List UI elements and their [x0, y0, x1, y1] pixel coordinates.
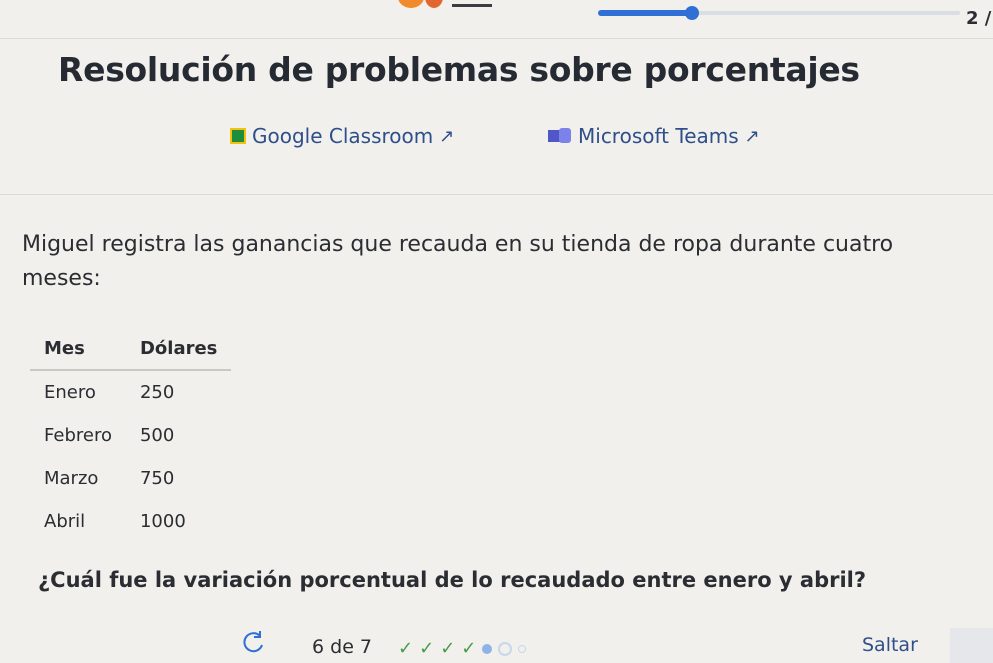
progress-track	[598, 6, 960, 20]
next-button[interactable]	[950, 628, 993, 663]
progress-handle	[685, 6, 700, 20]
table-cell-month: Enero	[44, 382, 96, 403]
mascot-icon	[398, 0, 424, 8]
table-row: Marzo 750	[30, 457, 231, 500]
current-dot	[482, 643, 493, 654]
table-row: Abril 1000	[30, 500, 231, 543]
problem-text: Miguel registra las ganancias que recaud…	[22, 232, 894, 291]
table-cell-month: Marzo	[44, 468, 99, 489]
progress-dots: ✓ ✓ ✓ ✓	[398, 638, 527, 659]
mascot-accent-icon	[425, 0, 443, 8]
table-cell-dollars: 1000	[139, 511, 186, 532]
question-text: ¿Cuál fue la variación porcentual de lo …	[38, 568, 867, 592]
skip-button[interactable]: Saltar	[862, 634, 918, 656]
table-header-row: Mes Dólares	[30, 330, 232, 371]
empty-dot	[518, 644, 527, 653]
earnings-table: Mes Dólares Enero 250 Febrero 500 Marzo …	[30, 330, 232, 543]
external-link-icon: ↗	[439, 125, 455, 147]
page-number: 2 /	[966, 8, 992, 29]
microsoft-teams-link[interactable]: Microsoft Teams ↗	[548, 124, 760, 148]
check-icon: ✓	[398, 638, 414, 659]
table-cell-month: Abril	[44, 511, 86, 532]
table-row: Febrero 500	[30, 414, 231, 457]
microsoft-teams-label: Microsoft Teams	[578, 124, 739, 148]
progress-fill	[598, 10, 693, 16]
google-classroom-link[interactable]: Google Classroom ↗	[230, 124, 454, 148]
column-header-month: Mes	[30, 330, 126, 371]
table-cell-dollars: 250	[139, 382, 175, 403]
top-bar: 2 /	[0, 0, 993, 36]
table-row: Enero 250	[30, 370, 231, 414]
external-link-icon: ↗	[744, 125, 760, 147]
check-icon: ✓	[461, 638, 477, 659]
retry-icon[interactable]	[240, 630, 266, 656]
google-classroom-label: Google Classroom	[252, 124, 434, 148]
menu-icon[interactable]	[452, 4, 492, 7]
google-classroom-icon	[230, 128, 246, 144]
page-title: Resolución de problemas sobre porcentaje…	[58, 50, 860, 89]
empty-dot	[498, 641, 513, 656]
question-counter: 6 de 7	[312, 636, 373, 658]
table-cell-dollars: 500	[139, 425, 175, 446]
check-icon: ✓	[440, 638, 456, 659]
divider	[0, 38, 993, 39]
table-cell-month: Febrero	[44, 425, 112, 446]
footer-bar: 6 de 7 ✓ ✓ ✓ ✓ Saltar	[0, 628, 993, 663]
column-header-dollars: Dólares	[125, 330, 232, 371]
divider	[0, 194, 993, 195]
microsoft-teams-icon	[548, 127, 572, 145]
check-icon: ✓	[419, 638, 435, 659]
table-cell-dollars: 750	[139, 468, 175, 489]
